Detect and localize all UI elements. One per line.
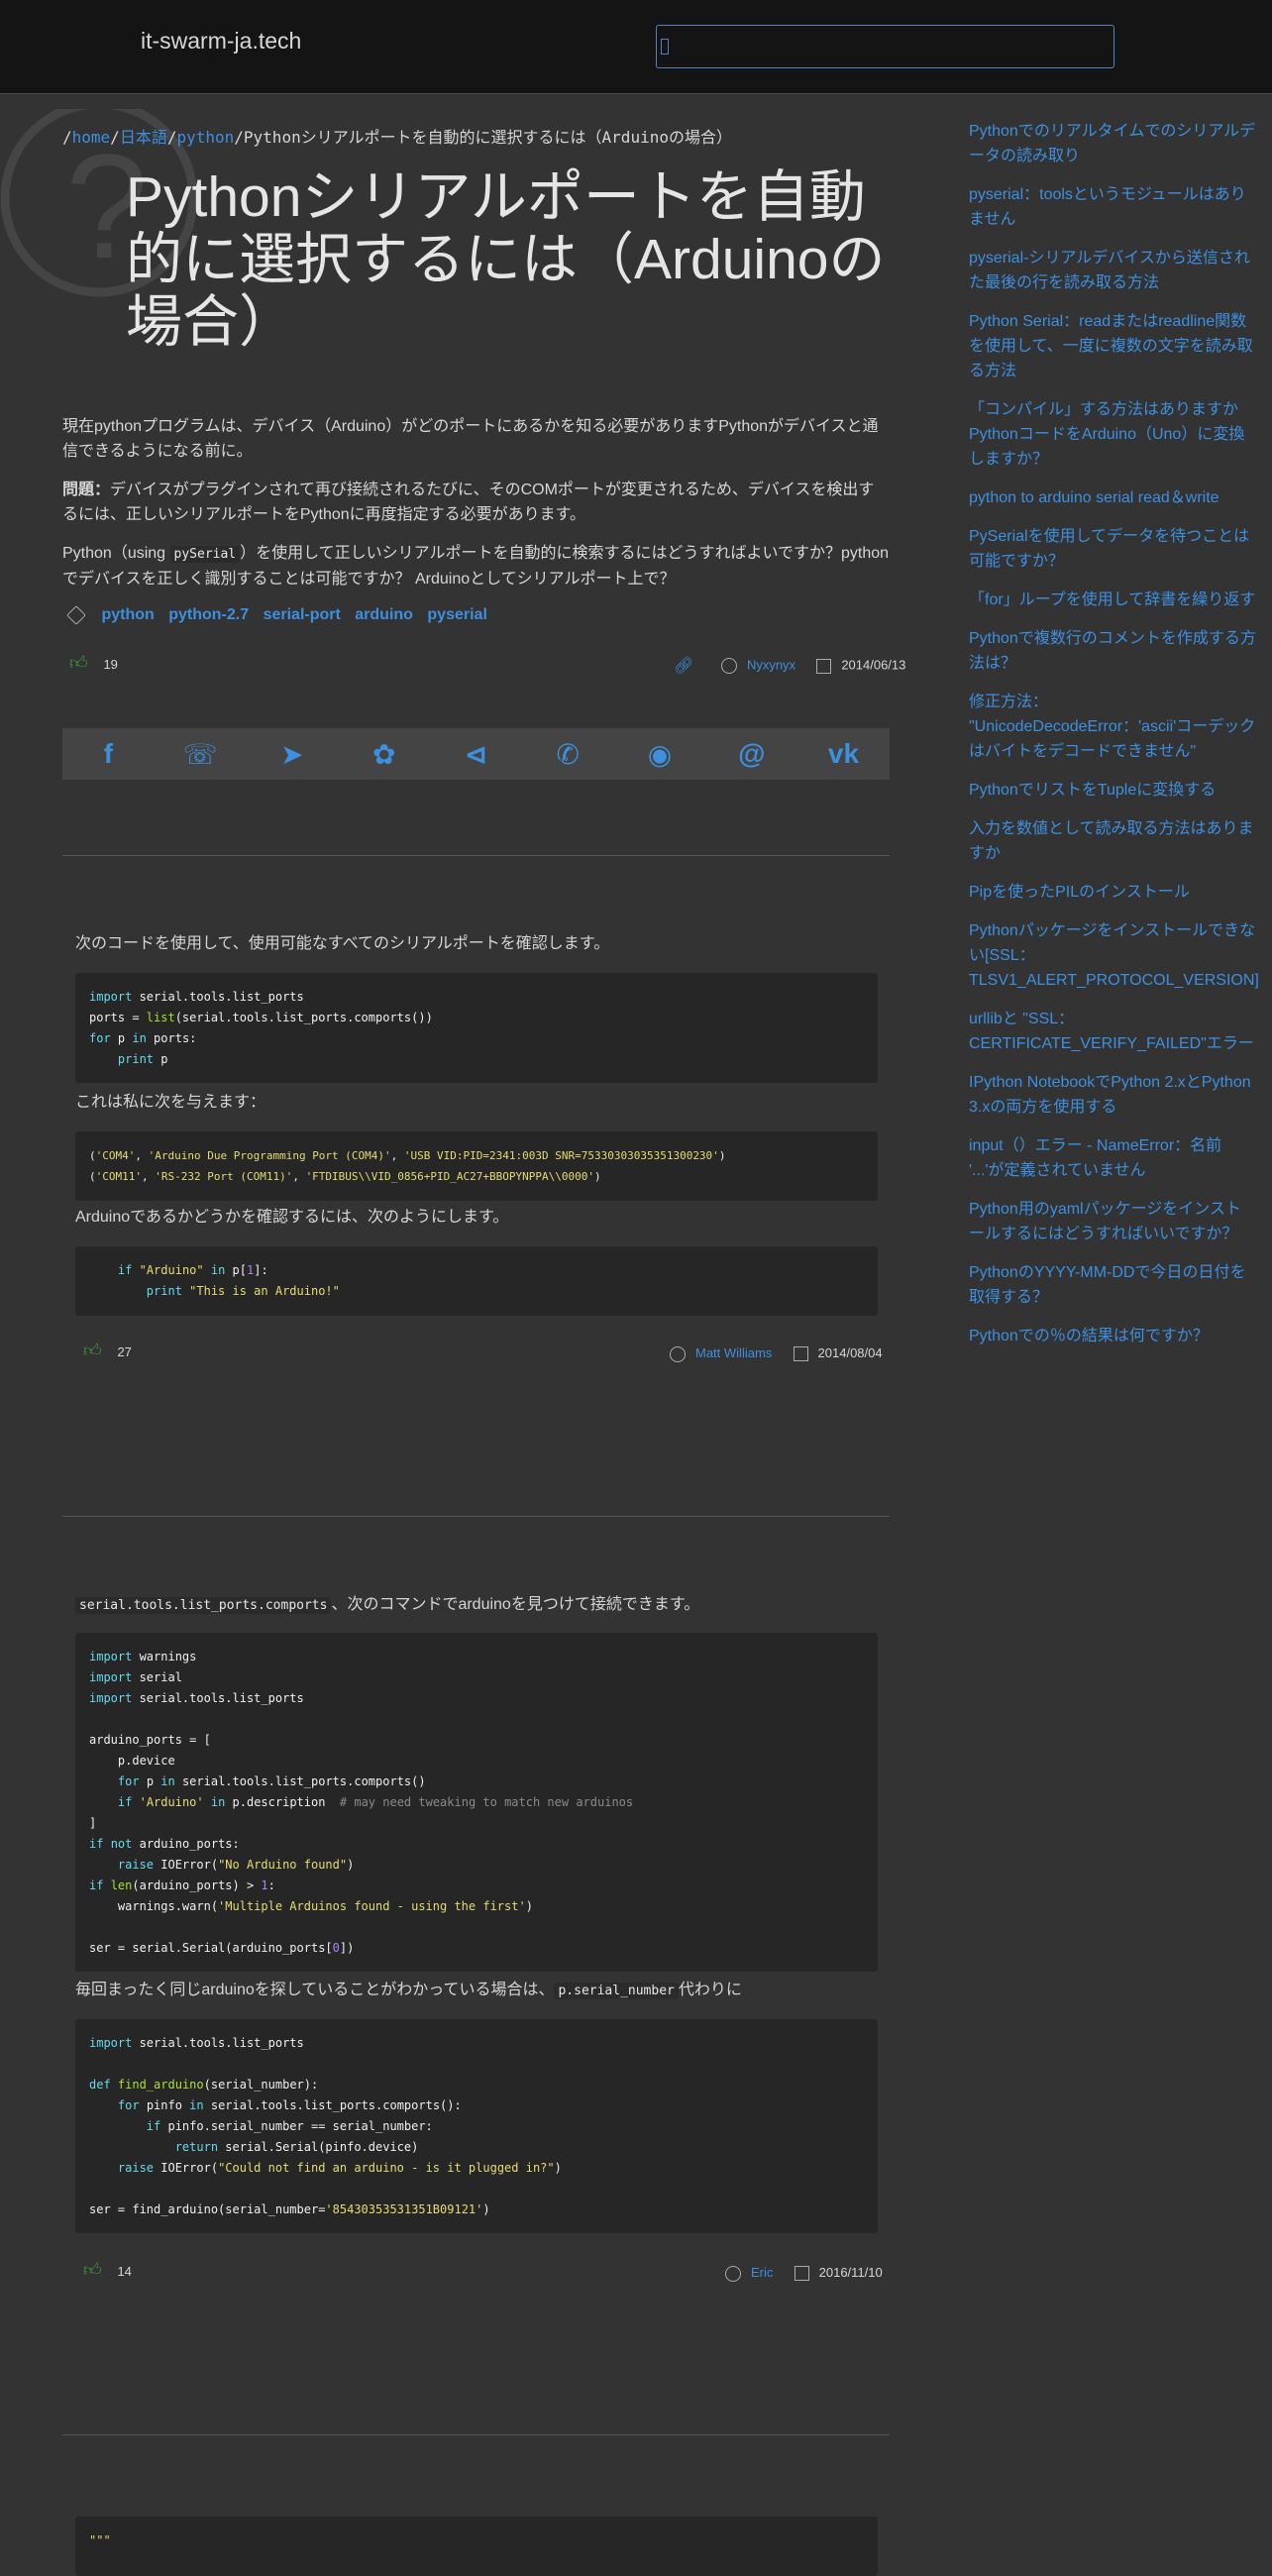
sidebar-link[interactable]: python to arduino serial read＆write xyxy=(969,485,1256,510)
question-paragraph-2: 問題：デバイスがプラグインされて再び接続されるたびに、そのCOMポートが変更され… xyxy=(62,482,875,523)
question-paragraph-3: Python（using pySerial ）を使用して正しいシリアルポートを自動… xyxy=(62,545,890,588)
sidebar-link[interactable]: Pythonで複数行のコメントを作成する方法は？ xyxy=(969,626,1256,676)
answer-2-votes: 👍︎ 14 xyxy=(83,2260,132,2280)
question-paragraph-1: 現在pythonプログラムは、デバイス（Arduino）がどのポートにあるかを知… xyxy=(62,418,879,460)
breadcrumb-current: Pythonシリアルポートを自動的に選択するには（Arduinoの場合） xyxy=(243,128,732,147)
breadcrumb: /home/日本語/python/Pythonシリアルポートを自動的に選択するに… xyxy=(62,128,732,147)
sidebar-link[interactable]: 「for」ループを使用して辞書を繰り返す xyxy=(969,588,1256,612)
tag-pyserial[interactable]: pyserial xyxy=(427,606,486,623)
link-icon[interactable]: 🔗︎ xyxy=(674,656,693,676)
tag-python-2-7[interactable]: python-2.7 xyxy=(168,606,249,623)
breadcrumb-lang[interactable]: 日本語 xyxy=(120,128,167,147)
email-icon[interactable]: @ xyxy=(722,738,782,770)
sidebar-link[interactable]: Pipを使ったPILのインストール xyxy=(969,880,1256,905)
sidebar-link[interactable]: 修正方法： "UnicodeDecodeError：'ascii'コーデックはバ… xyxy=(969,690,1256,764)
sidebar-link[interactable]: 「コンパイル」する方法はありますかPythonコードをArduino（Uno）に… xyxy=(969,397,1256,472)
site-title[interactable]: it-swarm-ja.tech xyxy=(141,28,301,54)
calendar-icon xyxy=(816,658,832,674)
answer-2-intro: serial.tools.list_ports.comports 、次のコマンドで… xyxy=(75,1592,878,1618)
answer-1-code-block-3: if "Arduino" in p[1]: print "This is an … xyxy=(75,1246,878,1316)
author-icon xyxy=(670,1345,686,1362)
viber-icon[interactable]: ✆ xyxy=(538,738,597,771)
facebook-icon[interactable]: f xyxy=(78,738,138,770)
author-icon xyxy=(720,658,737,674)
answer-3-code-block-1: """ xyxy=(75,2517,878,2576)
reddit-icon[interactable]: ◉ xyxy=(630,738,689,771)
sidebar-link[interactable]: Pythonでの％の結果は何ですか？ xyxy=(969,1324,1256,1348)
question-meta: 🔗︎ Nyxynyx 2014/06/13 xyxy=(674,656,906,676)
question-author[interactable]: Nyxynyx xyxy=(747,657,795,672)
author-icon xyxy=(725,2265,741,2282)
answer-1-meta: Matt Williams 2014/08/04 xyxy=(670,1345,883,1362)
page-title: Pythonシリアルポートを自動的に選択するには（Arduinoの場合） xyxy=(126,165,886,354)
divider xyxy=(62,855,890,856)
share-icon[interactable]: ⊲ xyxy=(446,738,505,771)
breadcrumb-section[interactable]: python xyxy=(176,128,234,147)
search-cursor-icon xyxy=(661,39,669,54)
whatsapp-icon[interactable]: ☏ xyxy=(170,738,230,771)
sidebar-link[interactable]: IPython NotebookでPython 2.xとPython 3.xの両… xyxy=(969,1070,1256,1120)
breadcrumb-home[interactable]: home xyxy=(72,128,111,147)
sidebar-link[interactable]: PySerialを使用してデータを待つことは可能ですか？ xyxy=(969,524,1256,574)
sidebar-link[interactable]: PythonのYYYY-MM-DDで今日の日付を取得する？ xyxy=(969,1260,1256,1310)
answer-1-intro: 次のコードを使用して、使用可能なすべてのシリアルポートを確認します。 xyxy=(75,935,610,952)
answer-2-code-block-2: import serial.tools.list_ports def find_… xyxy=(75,2019,878,2233)
top-bar: it-swarm-ja.tech xyxy=(0,0,1272,94)
tag-arduino[interactable]: arduino xyxy=(355,606,413,623)
sidebar-link[interactable]: pyserial：toolsというモジュールはありません xyxy=(969,182,1256,232)
answer-2-code-block-1: import warnings import serial import ser… xyxy=(75,1633,878,1972)
answer-1-author[interactable]: Matt Williams xyxy=(695,1345,772,1360)
answer-1-mid-1: これは私に次を与えます： xyxy=(75,1094,266,1111)
answer-1-mid-2: Arduinoであるかどうかを確認するには、次のようにします。 xyxy=(75,1209,509,1226)
thumbs-up-icon[interactable]: 👍︎ xyxy=(69,653,88,673)
tag-serial-port[interactable]: serial-port xyxy=(264,606,341,623)
divider xyxy=(62,1516,890,1517)
divider xyxy=(62,2434,890,2435)
answer-2-meta: Eric 2016/11/10 xyxy=(725,2265,883,2282)
sidebar-link[interactable]: Pythonパッケージをインストールできない[SSL：TLSV1_ALERT_P… xyxy=(969,918,1259,993)
answer-2-author[interactable]: Eric xyxy=(751,2265,773,2280)
telegram-icon[interactable]: ➤ xyxy=(263,738,322,771)
sidebar-link[interactable]: PythonでリストをTupleに変換する xyxy=(969,778,1256,803)
sidebar-link[interactable]: pyserial-シリアルデバイスから送信された最後の行を読み取る方法 xyxy=(969,246,1256,295)
related-questions-sidebar: Pythonでのリアルタイムでのシリアルデータの読み取り pyserial：to… xyxy=(969,119,1259,1362)
calendar-icon xyxy=(794,2266,809,2282)
answer-1-votes: 👍︎ 27 xyxy=(83,1341,132,1360)
tag-list: python python-2.7 serial-port arduino py… xyxy=(66,604,497,625)
calendar-icon xyxy=(793,1346,808,1362)
tag-python[interactable]: python xyxy=(101,606,154,623)
vk-icon[interactable]: vk xyxy=(814,738,874,770)
sidebar-link[interactable]: input（）エラー - NameError：名前 '...'が定義されていませ… xyxy=(969,1133,1256,1183)
share-bar: f ☏ ➤ ✿ ⊲ ✆ ◉ @ vk xyxy=(62,728,890,780)
twitter-icon[interactable]: ✿ xyxy=(355,738,414,771)
sidebar-link[interactable]: Python Serial：readまたはreadline関数を使用して、一度に… xyxy=(969,309,1256,383)
question-votes: 👍︎ 19 xyxy=(69,653,118,673)
thumbs-up-icon[interactable]: 👍︎ xyxy=(83,1341,102,1360)
sidebar-link[interactable]: Pythonでのリアルタイムでのシリアルデータの読み取り xyxy=(969,119,1256,168)
answer-1-code-block-2: ('COM4', 'Arduino Due Programming Port (… xyxy=(75,1131,878,1201)
thumbs-up-icon[interactable]: 👍︎ xyxy=(83,2260,102,2280)
sidebar-link[interactable]: urllibと "SSL：CERTIFICATE_VERIFY_FAILED"エ… xyxy=(969,1007,1256,1056)
answer-2-mid: 毎回まったく同じarduinoを探していることがわかっている場合は、 p.seri… xyxy=(75,1982,742,1999)
answer-1-code-block-1: import serial.tools.list_ports ports = l… xyxy=(75,973,878,1083)
search-input[interactable] xyxy=(656,25,1114,68)
tag-icon xyxy=(66,604,86,625)
sidebar-link[interactable]: Python用のyamlパッケージをインストールするにはどうすればいいですか？ xyxy=(969,1197,1256,1246)
sidebar-link[interactable]: 入力を数値として読み取る方法はありますか xyxy=(969,816,1256,866)
